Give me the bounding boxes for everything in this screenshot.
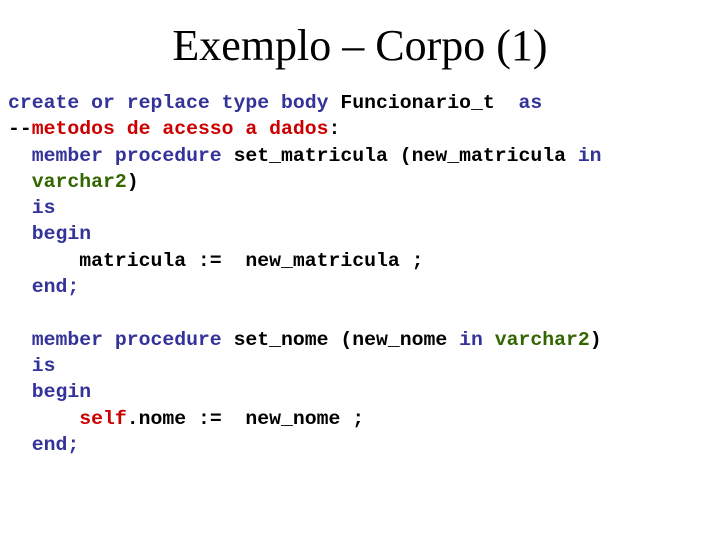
- code-token: member procedure: [31, 144, 234, 167]
- code-token: create or replace type body: [8, 92, 341, 114]
- code-token: end;: [31, 433, 80, 456]
- code-line: member procedure set_nome (new_nome in v…: [8, 327, 602, 353]
- code-token: :: [328, 118, 341, 141]
- code-token: metodos de acesso a dados: [31, 118, 329, 141]
- code-token: in: [459, 328, 495, 351]
- code-line: varchar2): [8, 169, 602, 195]
- code-line: is: [8, 353, 602, 379]
- code-line: is: [8, 195, 602, 221]
- code-token: varchar2: [494, 328, 590, 351]
- code-line: begin: [8, 379, 602, 405]
- code-token: as: [518, 92, 543, 114]
- code-token: is: [31, 354, 56, 377]
- code-token: self: [79, 407, 127, 430]
- code-token: begin: [31, 223, 92, 246]
- code-token: in: [577, 144, 602, 167]
- code-token: Funcionario_t: [340, 92, 519, 114]
- slide-title: Exemplo – Corpo (1): [172, 21, 548, 70]
- code-token: member procedure: [31, 328, 234, 351]
- code-token: .nome := new_nome ;: [126, 407, 365, 430]
- code-token: set_matricula (new_matricula: [233, 144, 578, 167]
- code-line: self.nome := new_nome ;: [8, 406, 602, 432]
- code-token: is: [31, 197, 56, 220]
- code-token: matricula := new_matricula ;: [8, 249, 424, 272]
- code-token: begin: [31, 381, 92, 404]
- code-line: end;: [8, 432, 602, 458]
- code-token: ): [126, 170, 139, 193]
- code-block: create or replace type body Funcionario_…: [8, 90, 602, 458]
- code-line: matricula := new_matricula ;: [8, 248, 602, 274]
- code-token: --: [8, 118, 32, 141]
- code-line: end;: [8, 274, 602, 300]
- code-token: set_nome (new_nome: [233, 328, 460, 351]
- code-line: create or replace type body Funcionario_…: [8, 90, 602, 116]
- code-token: end;: [31, 276, 80, 299]
- code-token: varchar2: [31, 170, 127, 193]
- code-line: member procedure set_matricula (new_matr…: [8, 143, 602, 169]
- code-token: ): [589, 328, 602, 351]
- code-line: --metodos de acesso a dados:: [8, 116, 602, 142]
- code-line: begin: [8, 221, 602, 247]
